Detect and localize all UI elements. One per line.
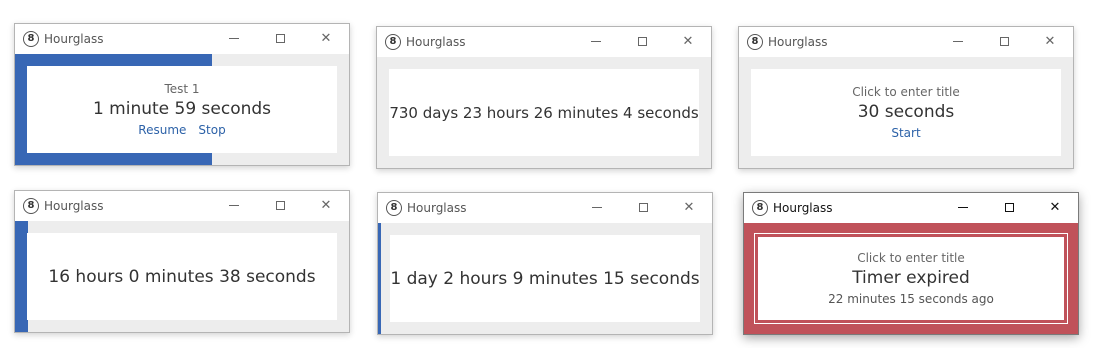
time-remaining: 1 minute 59 seconds bbox=[92, 99, 272, 119]
minimize-icon[interactable] bbox=[211, 191, 257, 221]
timer-window-5[interactable]: 8 Hourglass ✕ 1 day 2 hours 9 minutes 15… bbox=[377, 192, 713, 335]
timer-status: Timer expired bbox=[852, 268, 970, 288]
progress-bar bbox=[378, 223, 382, 334]
time-input[interactable]: 30 seconds bbox=[858, 102, 955, 122]
timer-window-6[interactable]: 8 Hourglass ✕ Click to enter title Timer… bbox=[743, 192, 1079, 335]
window-body: Click to enter title Timer expired 22 mi… bbox=[744, 223, 1078, 334]
title-bar[interactable]: 8 Hourglass ✕ bbox=[15, 191, 349, 221]
close-icon[interactable]: ✕ bbox=[303, 24, 349, 54]
maximize-icon[interactable] bbox=[986, 193, 1032, 223]
window-title: Hourglass bbox=[44, 32, 104, 46]
window-title: Hourglass bbox=[773, 201, 833, 215]
time-remaining: 730 days 23 hours 26 minutes 4 seconds bbox=[389, 103, 699, 122]
hourglass-8-icon: 8 bbox=[386, 200, 402, 216]
time-remaining: 16 hours 0 minutes 38 seconds bbox=[48, 266, 316, 287]
close-icon[interactable]: ✕ bbox=[1032, 193, 1078, 223]
window-body: Test 1 1 minute 59 seconds Resume Stop bbox=[15, 54, 349, 165]
timer-window-2[interactable]: 8 Hourglass ✕ 730 days 23 hours 26 minut… bbox=[376, 26, 712, 169]
window-body: 16 hours 0 minutes 38 seconds bbox=[15, 221, 349, 332]
minimize-icon[interactable] bbox=[935, 27, 981, 57]
timer-panel: 16 hours 0 minutes 38 seconds bbox=[27, 233, 337, 320]
resume-link[interactable]: Resume bbox=[138, 123, 186, 137]
window-body: 1 day 2 hours 9 minutes 15 seconds bbox=[378, 223, 712, 334]
maximize-icon[interactable] bbox=[620, 193, 666, 223]
timer-window-1[interactable]: 8 Hourglass ✕ Test 1 1 minute 59 seconds… bbox=[14, 23, 350, 166]
window-title: Hourglass bbox=[407, 201, 467, 215]
title-bar[interactable]: 8 Hourglass ✕ bbox=[744, 193, 1078, 223]
start-link[interactable]: Start bbox=[891, 126, 920, 140]
hourglass-8-icon: 8 bbox=[752, 200, 768, 216]
maximize-icon[interactable] bbox=[619, 27, 665, 57]
hourglass-8-icon: 8 bbox=[385, 34, 401, 50]
title-bar[interactable]: 8 Hourglass ✕ bbox=[15, 24, 349, 54]
maximize-icon[interactable] bbox=[257, 24, 303, 54]
minimize-icon[interactable] bbox=[573, 27, 619, 57]
action-links: Resume Stop bbox=[132, 123, 231, 137]
close-icon[interactable]: ✕ bbox=[303, 191, 349, 221]
timer-title[interactable]: Test 1 bbox=[164, 82, 199, 96]
time-remaining: 1 day 2 hours 9 minutes 15 seconds bbox=[390, 268, 700, 289]
window-title: Hourglass bbox=[44, 199, 104, 213]
maximize-icon[interactable] bbox=[257, 191, 303, 221]
maximize-icon[interactable] bbox=[981, 27, 1027, 57]
window-body: Click to enter title 30 seconds Start bbox=[739, 57, 1073, 168]
expired-ago: 22 minutes 15 seconds ago bbox=[828, 292, 994, 306]
timer-panel: Click to enter title Timer expired 22 mi… bbox=[754, 233, 1068, 324]
timer-title[interactable]: Click to enter title bbox=[852, 85, 960, 99]
timer-panel: 1 day 2 hours 9 minutes 15 seconds bbox=[390, 235, 700, 322]
timer-panel: 730 days 23 hours 26 minutes 4 seconds bbox=[389, 69, 699, 156]
minimize-icon[interactable] bbox=[211, 24, 257, 54]
window-title: Hourglass bbox=[406, 35, 466, 49]
close-icon[interactable]: ✕ bbox=[1027, 27, 1073, 57]
stop-link[interactable]: Stop bbox=[198, 123, 225, 137]
hourglass-8-icon: 8 bbox=[23, 31, 39, 47]
hourglass-8-icon: 8 bbox=[747, 34, 763, 50]
close-icon[interactable]: ✕ bbox=[666, 193, 712, 223]
timer-title[interactable]: Click to enter title bbox=[857, 251, 965, 265]
timer-window-3[interactable]: 8 Hourglass ✕ Click to enter title 30 se… bbox=[738, 26, 1074, 169]
window-body: 730 days 23 hours 26 minutes 4 seconds bbox=[377, 57, 711, 168]
window-title: Hourglass bbox=[768, 35, 828, 49]
timer-panel: Click to enter title 30 seconds Start bbox=[751, 69, 1061, 156]
close-icon[interactable]: ✕ bbox=[665, 27, 711, 57]
timer-window-4[interactable]: 8 Hourglass ✕ 16 hours 0 minutes 38 seco… bbox=[14, 190, 350, 333]
action-links: Start bbox=[885, 126, 926, 140]
minimize-icon[interactable] bbox=[574, 193, 620, 223]
timer-panel: Test 1 1 minute 59 seconds Resume Stop bbox=[27, 66, 337, 153]
title-bar[interactable]: 8 Hourglass ✕ bbox=[739, 27, 1073, 57]
minimize-icon[interactable] bbox=[940, 193, 986, 223]
title-bar[interactable]: 8 Hourglass ✕ bbox=[377, 27, 711, 57]
title-bar[interactable]: 8 Hourglass ✕ bbox=[378, 193, 712, 223]
hourglass-8-icon: 8 bbox=[23, 198, 39, 214]
